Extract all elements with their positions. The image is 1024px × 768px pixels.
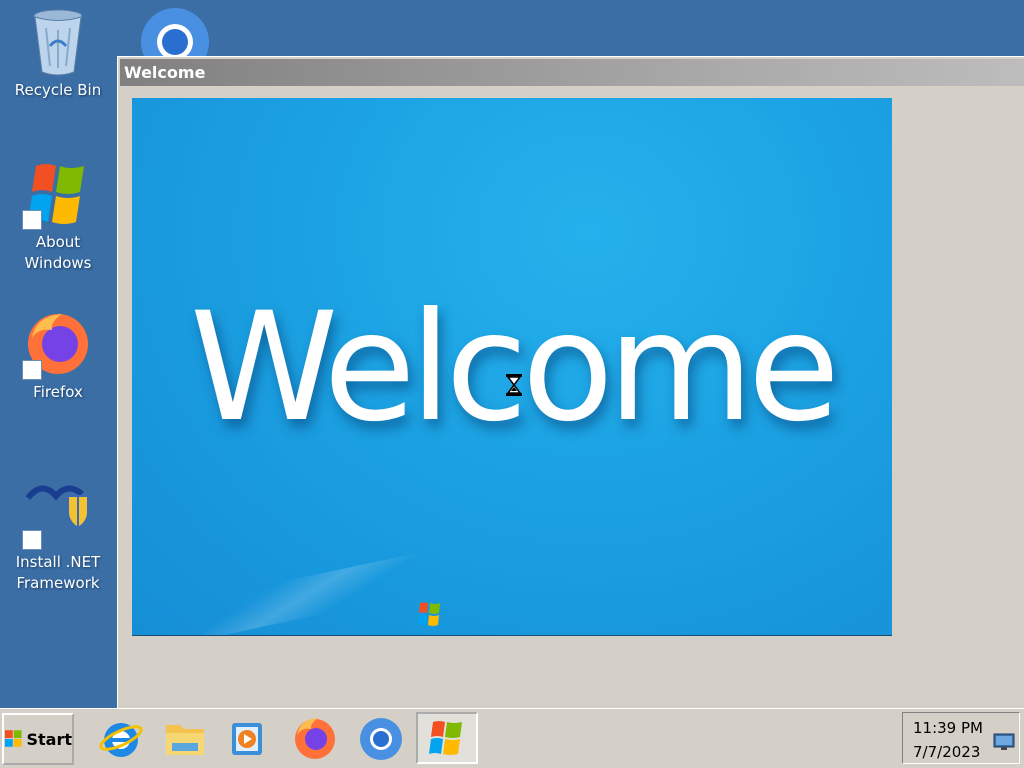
taskbar-chrome[interactable] <box>350 712 412 764</box>
clock-date[interactable]: 7/7/2023 <box>913 743 980 761</box>
start-button[interactable]: Start <box>2 713 74 765</box>
firefox-icon <box>295 718 335 759</box>
taskbar-file-explorer[interactable] <box>154 712 216 764</box>
internet-explorer-icon <box>99 723 143 757</box>
windows-logo-icon <box>4 730 22 747</box>
dotnet-installer-icon <box>22 478 94 550</box>
folder-icon <box>166 725 204 755</box>
system-tray: 11:39 PM 7/7/2023 <box>902 712 1020 764</box>
desktop-icon-label: Firefox <box>33 383 83 401</box>
desktop-icon-recycle-bin[interactable]: Recycle Bin <box>2 6 114 101</box>
network-monitor-icon[interactable] <box>993 733 1015 751</box>
hourglass-busy-cursor-icon <box>506 374 522 396</box>
welcome-heading: Welcome <box>189 281 840 455</box>
desktop-icon-label: Install .NET Framework <box>15 553 101 592</box>
desktop-icon-firefox[interactable]: Firefox <box>2 308 114 403</box>
shortcut-arrow-icon <box>22 210 42 230</box>
windows-logo-icon <box>418 602 440 626</box>
desktop-icon-label: Recycle Bin <box>14 81 102 99</box>
media-player-icon <box>232 723 262 755</box>
welcome-window: Welcome Welcome <box>117 56 1024 708</box>
desktop-icon-label: About Windows <box>24 233 92 272</box>
window-title[interactable]: Welcome <box>120 59 1024 86</box>
taskbar-internet-explorer[interactable] <box>90 712 152 764</box>
windows-logo-icon <box>429 721 462 755</box>
windows-logo-icon <box>22 158 94 230</box>
welcome-splash-image: Welcome <box>132 98 892 636</box>
start-label: Start <box>26 729 72 749</box>
taskbar-welcome-window[interactable] <box>416 712 478 764</box>
light-streak-decoration <box>170 551 434 635</box>
taskbar: Start 11:39 PM 7/7/2023 <box>0 708 1024 768</box>
desktop-icon-install-dotnet[interactable]: Install .NET Framework <box>2 478 114 594</box>
desktop-icon-about-windows[interactable]: About Windows <box>2 158 114 274</box>
taskbar-media-player[interactable] <box>216 712 278 764</box>
desktop: Recycle Bin About Windows Firefox Instal… <box>0 0 1024 708</box>
recycle-bin-icon <box>22 6 94 78</box>
clock-time[interactable]: 11:39 PM <box>913 719 983 737</box>
shortcut-arrow-icon <box>22 360 42 380</box>
firefox-icon <box>22 308 94 380</box>
taskbar-firefox[interactable] <box>284 712 346 764</box>
chrome-icon <box>360 718 402 760</box>
shortcut-arrow-icon <box>22 530 42 550</box>
